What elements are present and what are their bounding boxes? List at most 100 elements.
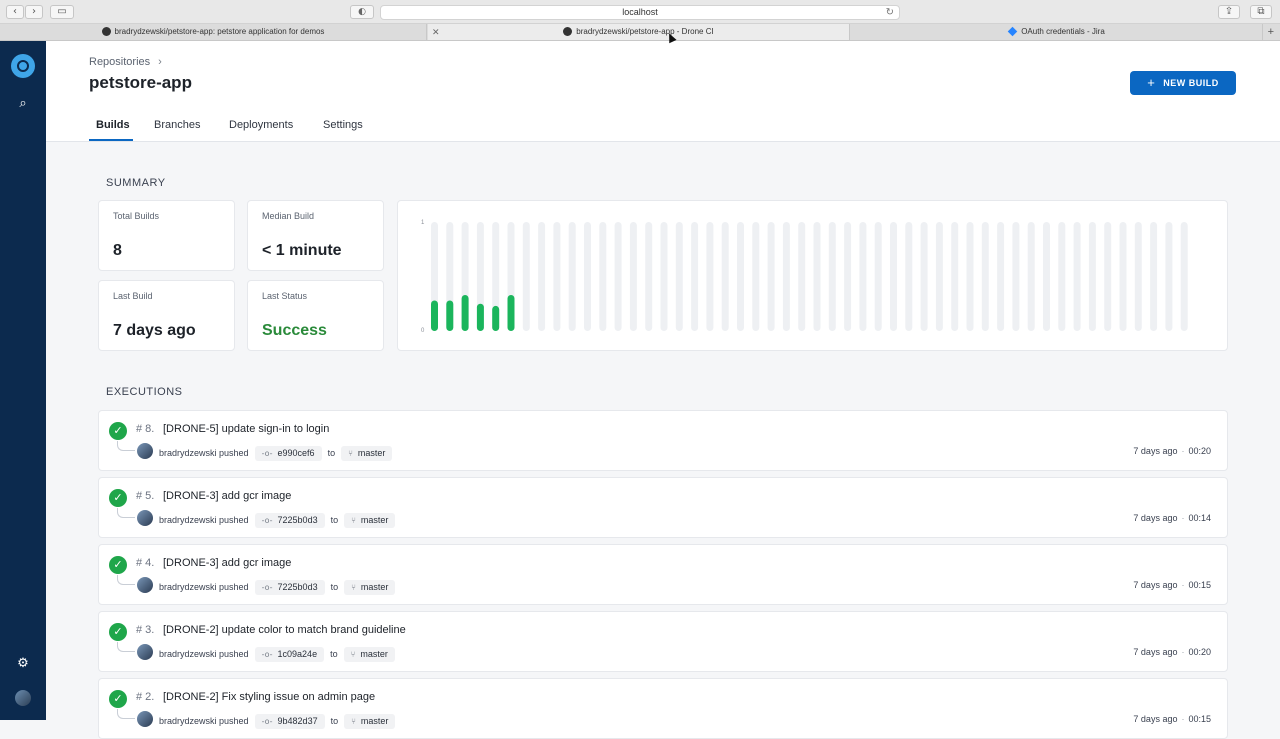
browser-tab-jira[interactable]: OAuth credentials - Jira bbox=[851, 24, 1263, 40]
execution-row[interactable]: ✓ # 2. [DRONE-2] Fix styling issue on admi… bbox=[98, 678, 1228, 739]
chevron-right-icon: › bbox=[158, 56, 162, 68]
plus-icon: + bbox=[1147, 75, 1156, 90]
tab-builds[interactable]: Builds bbox=[96, 119, 130, 131]
branch-icon: ⑂ bbox=[351, 516, 356, 525]
execution-row[interactable]: ✓ # 5. [DRONE-3] add gcr image bradrydzewsk… bbox=[98, 477, 1228, 538]
bar-track bbox=[828, 222, 836, 331]
drone-tab-icon bbox=[563, 27, 573, 36]
build-duration: 00:15 bbox=[1188, 714, 1211, 724]
branch-name: master bbox=[360, 716, 389, 726]
execution-row[interactable]: ✓ # 4. [DRONE-3] add gcr image bradrydzewsk… bbox=[98, 544, 1228, 605]
success-check-icon: ✓ bbox=[109, 623, 127, 641]
separator-dot: · bbox=[1181, 647, 1185, 657]
commit-sha: 7225b0d3 bbox=[277, 582, 318, 592]
new-tab-icon[interactable]: + bbox=[1268, 24, 1274, 40]
commit-sha: 7225b0d3 bbox=[277, 515, 318, 525]
bar-track bbox=[844, 222, 852, 331]
branch-pill[interactable]: ⑂ master bbox=[344, 513, 396, 528]
build-meta: bradrydzewski pushed -o- 9b482d37 to ⑂ master bbox=[159, 714, 401, 729]
build-duration: 00:14 bbox=[1188, 513, 1211, 523]
tab-settings[interactable]: Settings bbox=[323, 119, 363, 131]
build-title[interactable]: [DRONE-3] add gcr image bbox=[163, 490, 291, 502]
bar-track bbox=[813, 222, 821, 331]
build-title[interactable]: [DRONE-2] Fix styling issue on admin pag… bbox=[163, 691, 375, 703]
back-icon[interactable]: ‹ bbox=[6, 5, 24, 19]
bar-track bbox=[1012, 222, 1020, 331]
address-bar[interactable]: localhost ↻ bbox=[380, 5, 900, 20]
forward-icon[interactable]: › bbox=[25, 5, 43, 19]
settings-sliders-icon[interactable]: ⚙ bbox=[0, 656, 46, 671]
commit-sha: e990cef6 bbox=[277, 448, 315, 458]
branch-pill[interactable]: ⑂ master bbox=[344, 714, 396, 729]
build-title[interactable]: [DRONE-2] update color to match brand gu… bbox=[163, 624, 406, 636]
commit-pill[interactable]: -o- 1c09a24e bbox=[254, 647, 325, 662]
executions-heading: EXECUTIONS bbox=[106, 386, 183, 398]
bar-track bbox=[1165, 222, 1173, 331]
breadcrumb-repositories[interactable]: Repositories bbox=[89, 56, 150, 68]
build-duration-bar[interactable] bbox=[507, 295, 515, 331]
to-text: to bbox=[327, 448, 336, 458]
privacy-shield-icon[interactable]: ◐ bbox=[350, 5, 374, 19]
total-builds-card: Total Builds 8 bbox=[98, 200, 235, 271]
author-avatar bbox=[137, 577, 153, 593]
commit-sha: 1c09a24e bbox=[277, 649, 318, 659]
build-title[interactable]: [DRONE-3] add gcr image bbox=[163, 557, 291, 569]
build-history-chart: 10 bbox=[397, 200, 1228, 351]
browser-tab-strip: bradrydzewski/petstore-app: petstore app… bbox=[0, 24, 1280, 41]
last-build-label: Last Build bbox=[113, 291, 153, 301]
browser-tab-drone[interactable]: ✕ bradrydzewski/petstore-app - Drone CI bbox=[428, 24, 850, 40]
commit-pill[interactable]: -o-e990cef6 bbox=[254, 446, 322, 461]
to-text: to bbox=[330, 582, 339, 592]
author-text: bradrydzewski pushed bbox=[159, 448, 249, 458]
build-duration-bar[interactable] bbox=[476, 303, 484, 331]
close-tab-icon[interactable]: ✕ bbox=[432, 24, 440, 40]
sidebar: ⌕ ⚙ bbox=[0, 41, 46, 720]
author-avatar bbox=[137, 443, 153, 459]
sidebar-toggle-icon[interactable]: ▭ bbox=[50, 5, 74, 19]
commit-icon: -o- bbox=[261, 449, 273, 458]
share-icon[interactable]: ⇪ bbox=[1218, 5, 1240, 19]
reload-icon[interactable]: ↻ bbox=[886, 6, 894, 19]
tab-branches[interactable]: Branches bbox=[154, 119, 200, 131]
bar-track bbox=[1104, 222, 1112, 331]
commit-pill[interactable]: -o- 7225b0d3 bbox=[254, 580, 325, 595]
branch-pill[interactable]: ⑂ master bbox=[341, 446, 393, 461]
bar-track bbox=[522, 222, 530, 331]
bar-track bbox=[660, 222, 668, 331]
build-timing: 7 days ago · 00:14 bbox=[1133, 513, 1211, 523]
execution-row[interactable]: ✓ # 8. [DRONE-5] update sign-in to login br… bbox=[98, 410, 1228, 471]
bar-track bbox=[721, 222, 729, 331]
build-duration-bar[interactable] bbox=[446, 300, 454, 331]
median-build-label: Median Build bbox=[262, 211, 315, 221]
build-number: # 5. bbox=[136, 490, 155, 502]
branch-pill[interactable]: ⑂ master bbox=[344, 580, 396, 595]
tab-deployments[interactable]: Deployments bbox=[229, 119, 293, 131]
build-duration: 00:15 bbox=[1188, 580, 1211, 590]
y-tick-label: 0 bbox=[421, 328, 425, 334]
build-duration-bar[interactable] bbox=[461, 295, 469, 331]
browser-tab-github[interactable]: bradrydzewski/petstore-app: petstore app… bbox=[0, 24, 427, 40]
commit-pill[interactable]: -o- 7225b0d3 bbox=[254, 513, 325, 528]
commit-pill[interactable]: -o- 9b482d37 bbox=[254, 714, 325, 729]
bar-track bbox=[1150, 222, 1158, 331]
build-title[interactable]: [DRONE-5] update sign-in to login bbox=[163, 423, 329, 435]
branch-pill[interactable]: ⑂ master bbox=[343, 647, 395, 662]
user-avatar[interactable] bbox=[15, 690, 31, 706]
bar-track bbox=[599, 222, 607, 331]
bar-track bbox=[645, 222, 653, 331]
tabs-overview-icon[interactable]: ⧉ bbox=[1250, 5, 1272, 19]
success-check-icon: ✓ bbox=[109, 422, 127, 440]
last-build-value: 7 days ago bbox=[113, 322, 196, 339]
drone-logo-icon[interactable] bbox=[11, 54, 35, 78]
branch-icon: ⑂ bbox=[348, 449, 353, 458]
success-check-icon: ✓ bbox=[109, 556, 127, 574]
new-build-button[interactable]: + NEW BUILD bbox=[1130, 71, 1236, 95]
commit-sha: 9b482d37 bbox=[277, 716, 318, 726]
repo-header: Repositories › petstore-app + NEW BUILD Bu… bbox=[46, 41, 1280, 142]
build-duration-bar[interactable] bbox=[431, 300, 438, 331]
execution-row[interactable]: ✓ # 3. [DRONE-2] update color to match bra… bbox=[98, 611, 1228, 672]
build-duration-bar[interactable] bbox=[492, 305, 500, 331]
search-icon[interactable]: ⌕ bbox=[0, 96, 46, 111]
build-history-chart-svg: 10 bbox=[421, 220, 1188, 334]
build-meta: bradrydzewski pushed -o-e990cef6 to ⑂ master bbox=[159, 446, 398, 461]
